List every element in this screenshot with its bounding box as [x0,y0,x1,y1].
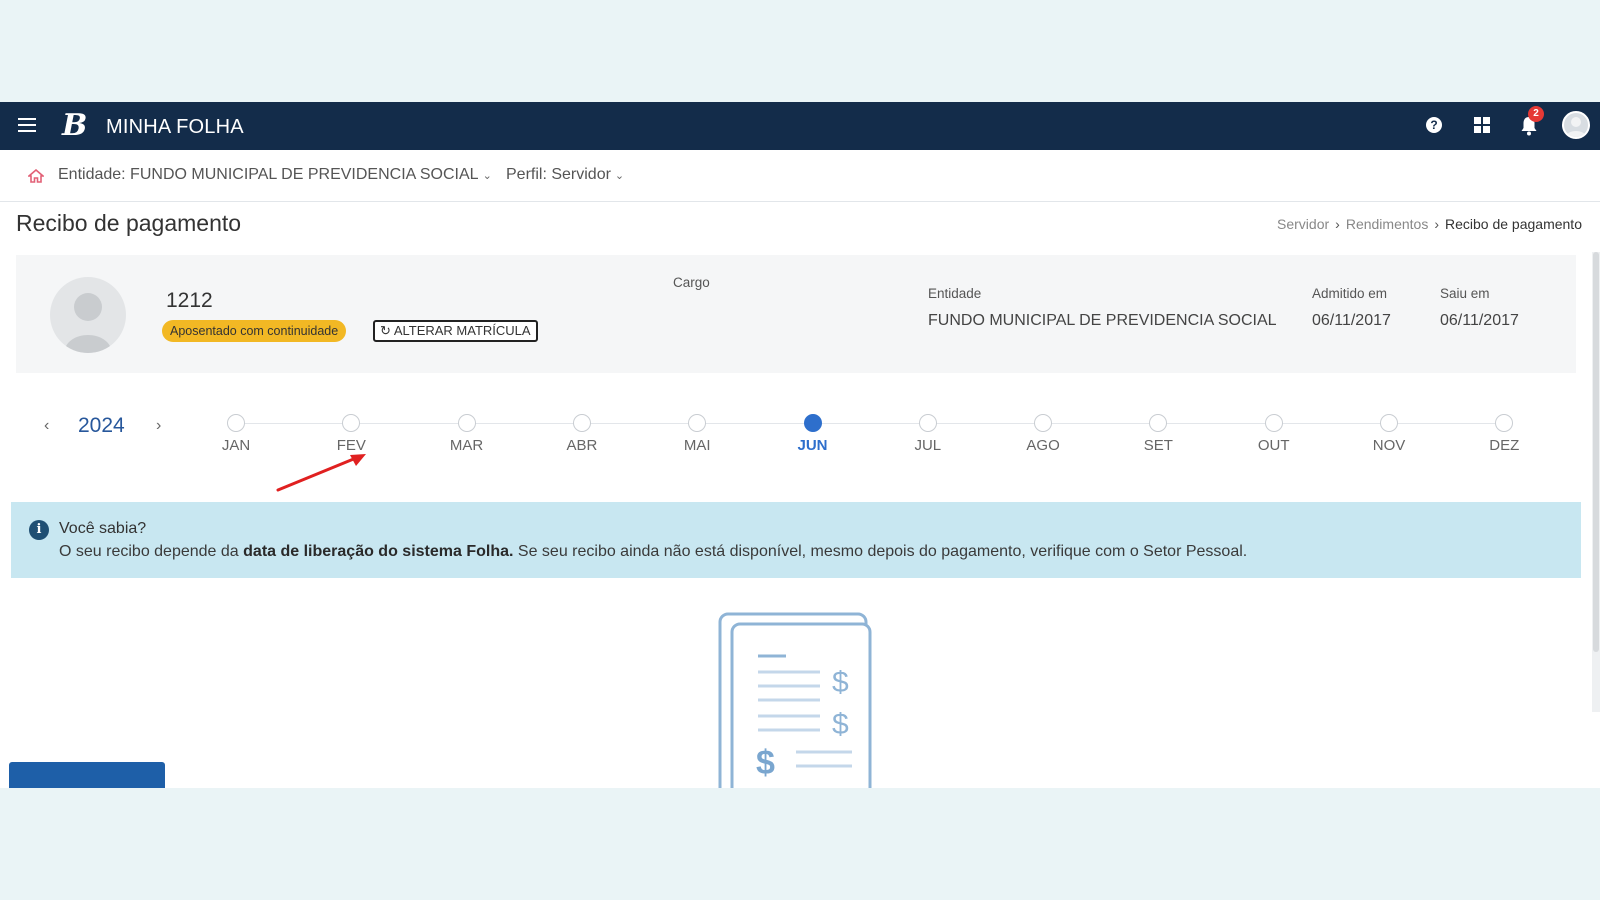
month-dot [1034,414,1053,432]
profile-select[interactable]: Perfil: Servidor ⌄ [506,166,624,184]
entity-label: Entidade [928,286,982,301]
info-text-before: O seu recibo depende da [59,543,244,560]
month-jul[interactable]: JUL [898,414,958,454]
brand-logo: B [62,108,88,143]
alter-registration-button[interactable]: ↻ ALTERAR MATRÍCULA [373,320,538,342]
entity-value: FUNDO MUNICIPAL DE PREVIDENCIA SOCIAL [928,312,1277,329]
month-dot [572,414,591,432]
info-text-after: Se seu recibo ainda não está disponível,… [513,543,1248,560]
bottom-button-strip[interactable] [9,762,165,788]
month-fev[interactable]: FEV [321,414,381,454]
month-dot [918,414,937,432]
employee-card: 1212 Aposentado com continuidade ↻ ALTER… [16,255,1576,373]
entity-select-label: Entidade: FUNDO MUNICIPAL DE PREVIDENCIA… [58,166,479,183]
month-dot [1495,414,1514,432]
home-icon[interactable] [28,169,44,183]
month-abr[interactable]: ABR [552,414,612,454]
svg-text:$: $ [832,708,849,741]
month-dot [803,414,822,432]
info-icon: i [29,520,49,540]
admitted-label: Admitido em [1312,286,1388,301]
app-title: MINHA FOLHA [106,116,244,138]
month-dot [1264,414,1283,432]
status-badge: Aposentado com continuidade [162,320,347,342]
month-label: OUT [1257,437,1290,454]
month-mar[interactable]: MAR [437,414,497,454]
left-label: Saiu em [1440,286,1490,301]
month-out[interactable]: OUT [1244,414,1304,454]
month-label: NOV [1372,437,1406,454]
year-next-chevron-icon[interactable]: › [156,417,161,435]
month-label: AGO [1026,437,1060,454]
help-icon[interactable]: ? [1426,117,1442,133]
employee-avatar [50,277,126,353]
month-dot [457,414,476,432]
chevron-down-icon: ⌄ [482,170,492,182]
info-box: i Você sabia? O seu recibo depende da da… [11,502,1581,578]
month-nov[interactable]: NOV [1359,414,1419,454]
month-dot [227,414,245,432]
month-dez[interactable]: DEZ [1474,414,1534,454]
breadcrumb-current: Recibo de pagamento [1445,216,1582,232]
month-label: MAI [683,437,711,454]
scrollbar[interactable] [1592,252,1600,712]
month-mai[interactable]: MAI [667,414,727,454]
info-text-bold: data de liberação do sistema Folha. [243,543,514,560]
refresh-icon: ↻ [380,323,391,338]
breadcrumb-chevron-icon: › [1335,216,1340,232]
entity-select[interactable]: Entidade: FUNDO MUNICIPAL DE PREVIDENCIA… [58,166,492,184]
profile-select-label: Perfil: Servidor [506,166,611,183]
cargo-label: Cargo [673,275,710,290]
svg-text:$: $ [832,666,849,699]
info-title: Você sabia? [59,520,147,537]
breadcrumb-servidor[interactable]: Servidor [1277,216,1329,232]
page-title: Recibo de pagamento [16,210,242,236]
month-dot [688,414,707,432]
month-jan[interactable]: JAN [206,414,266,454]
month-label: JUL [914,437,942,454]
app-window: B MINHA FOLHA ? 2 Entidade: FUNDO MUNICI… [0,102,1600,788]
month-label: MAR [449,437,484,454]
month-dot [1149,414,1168,432]
top-navbar: B MINHA FOLHA ? 2 [0,102,1600,150]
month-label: ABR [566,437,598,454]
month-timeline [236,423,1508,424]
svg-text:$: $ [756,744,775,782]
month-jun[interactable]: JUN [783,414,843,454]
entity-bar: Entidade: FUNDO MUNICIPAL DE PREVIDENCIA… [0,150,1600,202]
month-label: DEZ [1489,437,1520,454]
year-prev-chevron-icon[interactable]: ‹ [44,417,49,435]
notification-badge: 2 [1528,106,1544,122]
admitted-value: 06/11/2017 [1312,312,1391,329]
apps-grid-icon[interactable] [1474,117,1490,133]
left-value: 06/11/2017 [1440,312,1519,329]
month-label: JUN [797,437,828,454]
alter-registration-label: ALTERAR MATRÍCULA [393,323,531,338]
month-set[interactable]: SET [1128,414,1188,454]
info-text: O seu recibo depende da data de liberaçã… [59,543,1247,561]
employee-registration: 1212 [166,289,213,312]
menu-icon[interactable] [18,118,36,134]
chevron-down-icon: ⌄ [614,170,625,182]
receipt-illustration: $ $ $ [718,612,872,788]
month-label: FEV [336,437,366,454]
month-label: JAN [221,437,251,454]
breadcrumb-chevron-icon: › [1434,216,1439,232]
scrollbar-thumb[interactable] [1593,252,1599,652]
breadcrumb: Servidor › Rendimentos › Recibo de pagam… [1277,216,1582,232]
annotation-arrow [276,454,366,492]
breadcrumb-rendimentos[interactable]: Rendimentos [1346,216,1429,232]
month-dot [342,414,361,432]
month-ago[interactable]: AGO [1013,414,1073,454]
month-label: SET [1143,437,1173,454]
year-label: 2024 [78,414,125,437]
month-dot [1380,414,1398,432]
user-avatar[interactable] [1562,111,1590,139]
